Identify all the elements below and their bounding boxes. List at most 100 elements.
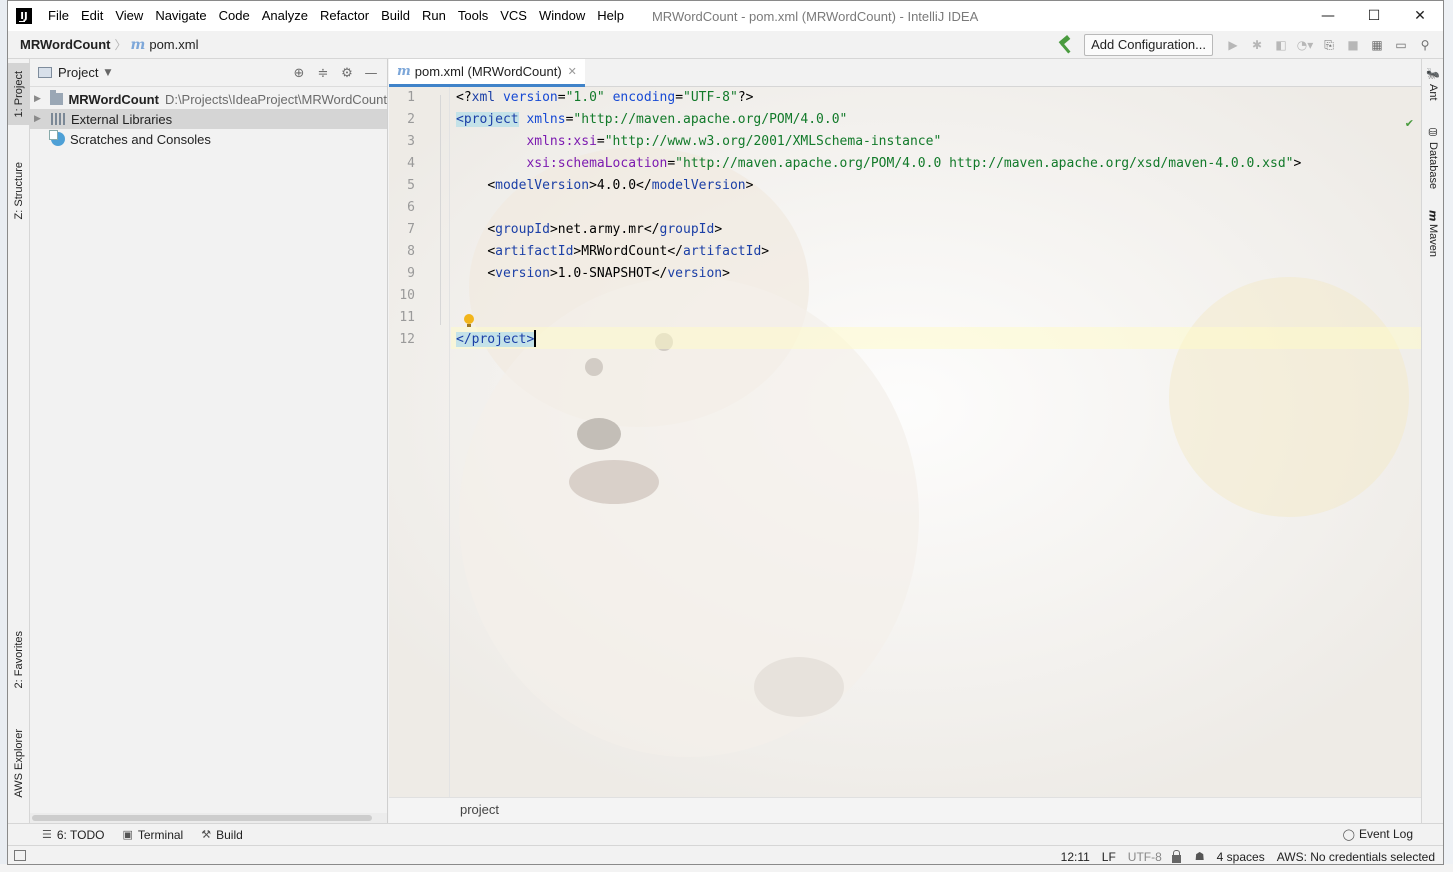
editor-tab-pom[interactable]: m pom.xml (MRWordCount) ✕ bbox=[389, 59, 585, 87]
settings-gear-icon[interactable]: ⚙ bbox=[335, 63, 359, 83]
breadcrumb-project[interactable]: MRWordCount bbox=[20, 37, 111, 52]
tree-item-label: Scratches and Consoles bbox=[70, 131, 211, 147]
xml-value: "UTF-8" bbox=[683, 90, 738, 105]
tool-tab-project-label: 1: Project bbox=[13, 70, 25, 118]
project-view-selector[interactable]: Project bbox=[58, 65, 98, 80]
editor-tab-label: pom.xml (MRWordCount) bbox=[414, 64, 562, 79]
attach-icon[interactable]: ⎘ bbox=[1317, 33, 1341, 57]
menu-build[interactable]: Build bbox=[375, 1, 416, 31]
menu-refactor[interactable]: Refactor bbox=[314, 1, 375, 31]
expand-arrow-icon[interactable]: ▶ bbox=[34, 94, 45, 104]
code-area[interactable]: 1 2 3 4 5 6 7 8 9 10 11 12 <?xml version… bbox=[389, 87, 1422, 797]
menu-window[interactable]: Window bbox=[533, 1, 591, 31]
caret-position[interactable]: 12:11 bbox=[1061, 850, 1090, 864]
tool-tab-terminal[interactable]: ▣ Terminal bbox=[122, 828, 183, 842]
line-number: 8 bbox=[407, 244, 415, 259]
tool-tab-maven-label: Maven bbox=[1427, 224, 1439, 258]
xml-punct: </ bbox=[667, 244, 683, 259]
tool-tab-project[interactable]: 1: Project bbox=[8, 63, 30, 125]
tree-item-path: D:\Projects\IdeaProject\MRWordCount bbox=[164, 91, 387, 107]
add-configuration-button[interactable]: Add Configuration... bbox=[1084, 34, 1213, 56]
tree-item-external-libraries[interactable]: ▶ External Libraries bbox=[30, 109, 387, 129]
xml-attr: xsi:schemaLocation bbox=[526, 156, 668, 171]
profile-icon[interactable]: ◔▾ bbox=[1293, 33, 1317, 57]
xml-tag: version bbox=[495, 266, 550, 281]
file-encoding[interactable]: UTF-8 bbox=[1128, 850, 1162, 864]
tool-tab-event-log[interactable]: ◯ Event Log bbox=[1343, 827, 1413, 841]
tool-window-toggle-icon[interactable] bbox=[14, 850, 26, 861]
scrollbar-thumb[interactable] bbox=[32, 815, 372, 821]
xml-attr: xmlns bbox=[526, 112, 566, 127]
xml-value: "http://www.w3.org/2001/XMLSchema-instan… bbox=[604, 134, 942, 149]
build-hammer-icon[interactable] bbox=[1056, 36, 1074, 54]
expand-arrow-icon[interactable]: ▶ bbox=[34, 114, 46, 124]
collapse-all-icon[interactable]: ≑ bbox=[311, 63, 335, 83]
tool-tab-favorites[interactable]: 2: Favorites bbox=[8, 619, 30, 701]
tool-tab-aws-explorer[interactable]: AWS Explorer bbox=[8, 717, 30, 809]
menu-tools[interactable]: Tools bbox=[452, 1, 494, 31]
tool-tab-build[interactable]: ⚒ Build bbox=[201, 828, 243, 842]
menu-code[interactable]: Code bbox=[213, 1, 256, 31]
menu-run[interactable]: Run bbox=[416, 1, 452, 31]
project-structure-icon[interactable]: ▦ bbox=[1365, 33, 1389, 57]
coverage-icon[interactable]: ◧ bbox=[1269, 33, 1293, 57]
indent-setting[interactable]: 4 spaces bbox=[1217, 850, 1265, 864]
tool-tab-ant[interactable]: 🐜 Ant bbox=[1422, 65, 1443, 101]
tree-item-mrwordcount[interactable]: ▶ MRWordCount D:\Projects\IdeaProject\MR… bbox=[30, 89, 387, 109]
read-only-lock-icon[interactable] bbox=[1171, 849, 1181, 863]
line-number-gutter: 1 2 3 4 5 6 7 8 9 10 11 12 bbox=[389, 87, 450, 797]
line-number: 4 bbox=[407, 156, 415, 171]
locate-file-icon[interactable]: ⊕ bbox=[287, 63, 311, 83]
close-tab-icon[interactable]: ✕ bbox=[568, 65, 577, 78]
menu-navigate[interactable]: Navigate bbox=[149, 1, 212, 31]
inspector-icon[interactable]: ☗ bbox=[1195, 850, 1205, 863]
code-line-1: <?xml version="1.0" encoding="UTF-8"?> bbox=[456, 87, 753, 109]
close-button[interactable]: ✕ bbox=[1397, 1, 1443, 31]
xml-attr: encoding bbox=[612, 90, 676, 105]
breadcrumb-file[interactable]: pom.xml bbox=[149, 37, 198, 52]
run-icon[interactable]: ▶ bbox=[1221, 33, 1245, 57]
menu-vcs[interactable]: VCS bbox=[494, 1, 533, 31]
project-horizontal-scrollbar[interactable] bbox=[30, 813, 387, 823]
minimize-button[interactable]: — bbox=[1305, 1, 1351, 31]
aws-credentials-status[interactable]: AWS: No credentials selected bbox=[1277, 850, 1435, 864]
debug-icon[interactable]: ✱ bbox=[1245, 33, 1269, 57]
tool-tab-ant-label: Ant bbox=[1427, 84, 1439, 101]
stop-icon[interactable]: ■ bbox=[1341, 33, 1365, 57]
line-number: 1 bbox=[407, 90, 415, 105]
menu-analyze[interactable]: Analyze bbox=[256, 1, 314, 31]
tool-tab-database[interactable]: ⛁ Database bbox=[1422, 123, 1443, 189]
status-items: 12:11 LF UTF-8 ☗ 4 spaces AWS: No creden… bbox=[1049, 846, 1435, 864]
build-icon: ⚒ bbox=[201, 828, 212, 841]
xml-punct: </ bbox=[643, 222, 660, 237]
breadcrumb-separator: 〉 bbox=[114, 38, 127, 52]
menu-edit[interactable]: Edit bbox=[75, 1, 109, 31]
search-icon[interactable]: ⚲ bbox=[1413, 33, 1437, 57]
xml-punct: < bbox=[487, 178, 496, 193]
tool-tab-structure[interactable]: Z: Structure bbox=[8, 151, 30, 231]
editor-breadcrumb-project[interactable]: project bbox=[460, 802, 499, 817]
xml-punct: = bbox=[557, 90, 566, 105]
line-separator[interactable]: LF bbox=[1102, 850, 1116, 864]
intention-bulb-icon[interactable] bbox=[464, 314, 474, 327]
code-line-12: </project> bbox=[456, 329, 537, 351]
chevron-down-icon[interactable]: ▼ bbox=[104, 68, 111, 78]
line-number: 3 bbox=[407, 134, 415, 149]
xml-value: "http://maven.apache.org/POM/4.0.0" bbox=[573, 112, 848, 127]
menu-help[interactable]: Help bbox=[591, 1, 630, 31]
menu-file[interactable]: File bbox=[42, 1, 75, 31]
tree-item-scratches[interactable]: Scratches and Consoles bbox=[30, 129, 387, 149]
xml-punct: ?> bbox=[737, 90, 754, 105]
hide-panel-icon[interactable]: — bbox=[359, 63, 383, 83]
todo-list-icon: ☰ bbox=[42, 828, 52, 841]
maximize-button[interactable]: ☐ bbox=[1351, 1, 1397, 31]
xml-tag: modelVersion bbox=[651, 178, 746, 193]
tool-tab-todo[interactable]: ☰ 6: TODO bbox=[42, 828, 104, 842]
menu-view[interactable]: View bbox=[109, 1, 149, 31]
tool-tab-maven[interactable]: m Maven bbox=[1422, 207, 1443, 258]
module-folder-icon bbox=[49, 90, 64, 105]
presentation-icon[interactable]: ▭ bbox=[1389, 33, 1413, 57]
xml-punct: > bbox=[761, 244, 770, 259]
title-bar: IJ File Edit View Navigate Code Analyze … bbox=[8, 1, 1443, 31]
tool-tab-todo-label: 6: TODO bbox=[56, 827, 105, 842]
